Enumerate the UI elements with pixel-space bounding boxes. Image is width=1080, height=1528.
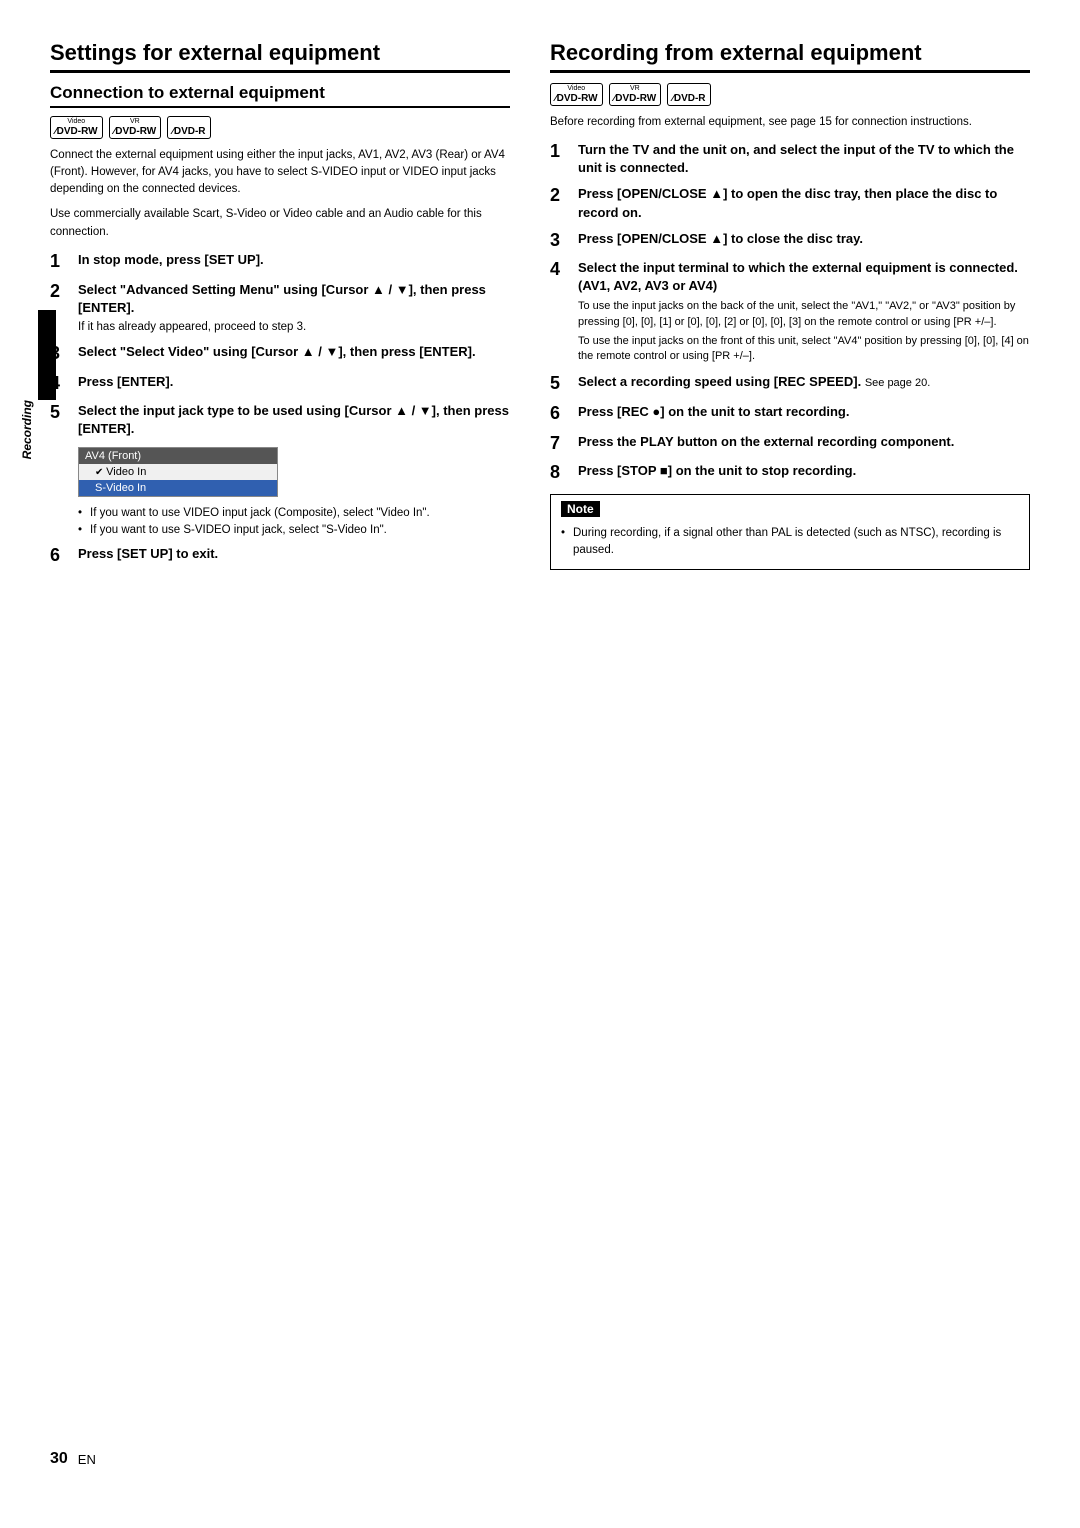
note-box: Note During recording, if a signal other…	[550, 494, 1030, 571]
dvd-badge-r: ∕DVD-R	[167, 116, 210, 139]
r-step-num-6: 6	[550, 403, 578, 425]
en-label: EN	[78, 1452, 96, 1467]
right-step-7: 7 Press the PLAY button on the external …	[550, 433, 1030, 455]
r-step-4-sub-2: To use the input jacks on the front of t…	[578, 334, 1030, 366]
dvd-badge-vr-rw: VR ∕DVD-RW	[109, 116, 162, 139]
note-bullets: During recording, if a signal other than…	[561, 525, 1019, 560]
step-2-main: Select "Advanced Setting Menu" using [Cu…	[78, 281, 510, 317]
r-step-4-main: Select the input terminal to which the e…	[578, 259, 1030, 295]
left-step-4: 4 Press [ENTER].	[50, 373, 510, 395]
left-section-title: Settings for external equipment	[50, 40, 510, 73]
r-step-num-7: 7	[550, 433, 578, 455]
left-steps: 1 In stop mode, press [SET UP]. 2 Select…	[50, 251, 510, 439]
step-4-main: Press [ENTER].	[78, 373, 510, 391]
right-step-5: 5 Select a recording speed using [REC SP…	[550, 373, 1030, 395]
right-step-4: 4 Select the input terminal to which the…	[550, 259, 1030, 365]
right-step-8: 8 Press [STOP ■] on the unit to stop rec…	[550, 462, 1030, 484]
right-step-2: 2 Press [OPEN/CLOSE ▲] to open the disc …	[550, 185, 1030, 221]
bullet-1: If you want to use VIDEO input jack (Com…	[78, 505, 510, 522]
step-num-2: 2	[50, 281, 78, 303]
step-num-1: 1	[50, 251, 78, 273]
r-step-3-main: Press [OPEN/CLOSE ▲] to close the disc t…	[578, 230, 1030, 248]
right-dvd-badge-vr-rw: VR ∕DVD-RW	[609, 83, 662, 106]
left-step-6-list: 6 Press [SET UP] to exit.	[50, 545, 510, 567]
right-step-3: 3 Press [OPEN/CLOSE ▲] to close the disc…	[550, 230, 1030, 252]
r-step-num-1: 1	[550, 141, 578, 163]
left-step-6: 6 Press [SET UP] to exit.	[50, 545, 510, 567]
r-step-5-main: Select a recording speed using [REC SPEE…	[578, 373, 1030, 391]
page-number: 30	[50, 1450, 68, 1468]
right-step-1: 1 Turn the TV and the unit on, and selec…	[550, 141, 1030, 177]
left-dvd-badges: Video ∕DVD-RW VR ∕DVD-RW ∕DVD-R	[50, 116, 510, 139]
r-step-num-5: 5	[550, 373, 578, 395]
right-section-title: Recording from external equipment	[550, 40, 1030, 73]
r-step-6-main: Press [REC ●] on the unit to start recor…	[578, 403, 1030, 421]
r-step-2-main: Press [OPEN/CLOSE ▲] to open the disc tr…	[578, 185, 1030, 221]
r-step-1-main: Turn the TV and the unit on, and select …	[578, 141, 1030, 177]
r-step-num-8: 8	[550, 462, 578, 484]
left-step-1: 1 In stop mode, press [SET UP].	[50, 251, 510, 273]
left-step-5: 5 Select the input jack type to be used …	[50, 402, 510, 438]
step-2-sub: If it has already appeared, proceed to s…	[78, 319, 510, 335]
r-step-7-main: Press the PLAY button on the external re…	[578, 433, 1030, 451]
right-column: Recording from external equipment Video …	[550, 40, 1030, 1420]
left-column: Settings for external equipment Connecti…	[50, 40, 510, 1420]
right-dvd-badge-r: ∕DVD-R	[667, 83, 710, 106]
left-intro-1: Connect the external equipment using eit…	[50, 147, 510, 199]
r-step-8-main: Press [STOP ■] on the unit to stop recor…	[578, 462, 1030, 480]
r-step-num-2: 2	[550, 185, 578, 207]
page-number-area: 30 EN	[50, 1450, 1030, 1468]
right-steps: 1 Turn the TV and the unit on, and selec…	[550, 141, 1030, 484]
note-title: Note	[561, 501, 600, 517]
menu-title: AV4 (Front)	[79, 448, 277, 464]
note-bullet-1: During recording, if a signal other than…	[561, 525, 1019, 560]
left-step-2: 2 Select "Advanced Setting Menu" using […	[50, 281, 510, 335]
r-step-num-4: 4	[550, 259, 578, 281]
menu-item-svideo-in: S-Video In	[79, 480, 277, 496]
menu-screenshot: AV4 (Front) Video In S-Video In	[78, 447, 278, 497]
left-intro-2: Use commercially available Scart, S-Vide…	[50, 206, 510, 241]
step-num-5: 5	[50, 402, 78, 424]
right-dvd-badge-video-rw: Video ∕DVD-RW	[550, 83, 603, 106]
bullet-2: If you want to use S-VIDEO input jack, s…	[78, 522, 510, 539]
step-3-main: Select "Select Video" using [Cursor ▲ / …	[78, 343, 510, 361]
step-5-main: Select the input jack type to be used us…	[78, 402, 510, 438]
step-num-6-left: 6	[50, 545, 78, 567]
step-1-main: In stop mode, press [SET UP].	[78, 251, 510, 269]
right-intro: Before recording from external equipment…	[550, 114, 1030, 131]
dvd-badge-video-rw: Video ∕DVD-RW	[50, 116, 103, 139]
left-subsection-title: Connection to external equipment	[50, 83, 510, 108]
decoration-bar	[38, 310, 56, 400]
side-label: Recording	[20, 400, 34, 459]
menu-item-video-in: Video In	[79, 464, 277, 480]
right-step-6: 6 Press [REC ●] on the unit to start rec…	[550, 403, 1030, 425]
step-6-main: Press [SET UP] to exit.	[78, 545, 510, 563]
left-bullets: If you want to use VIDEO input jack (Com…	[78, 505, 510, 540]
r-step-4-sub-1: To use the input jacks on the back of th…	[578, 299, 1030, 331]
right-dvd-badges: Video ∕DVD-RW VR ∕DVD-RW ∕DVD-R	[550, 83, 1030, 106]
r-step-num-3: 3	[550, 230, 578, 252]
left-step-3: 3 Select "Select Video" using [Cursor ▲ …	[50, 343, 510, 365]
